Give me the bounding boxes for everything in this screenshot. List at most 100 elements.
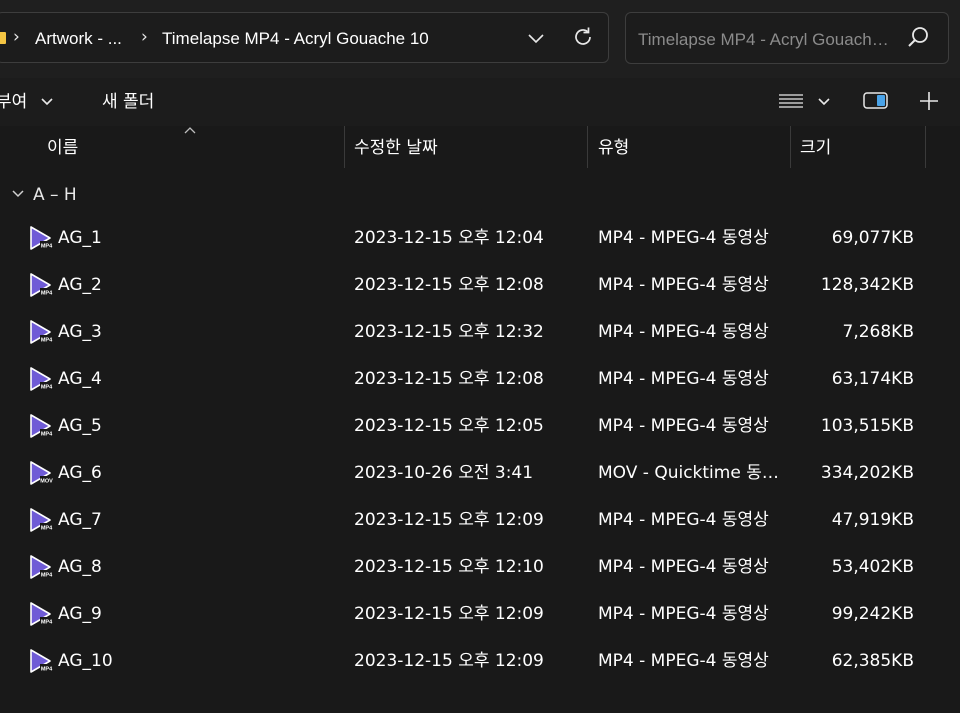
file-size: 128,342KB: [820, 275, 914, 295]
file-type: MP4 - MPEG-4 동영상: [598, 322, 769, 342]
column-header-name[interactable]: 이름: [47, 137, 78, 159]
file-name[interactable]: AG_10: [58, 651, 113, 671]
chevron-down-icon[interactable]: [525, 27, 547, 49]
file-badge: MP4: [41, 291, 53, 297]
video-file-icon: MP4: [30, 367, 53, 391]
file-badge: MP4: [41, 667, 53, 673]
file-name[interactable]: AG_2: [58, 275, 102, 295]
file-row[interactable]: MP4 AG_3 2023-12-15 오후 12:32 MP4 - MPEG-4 동…: [0, 309, 960, 356]
file-name[interactable]: AG_6: [58, 463, 102, 483]
file-list: MP4 AG_1 2023-12-15 오후 12:04 MP4 - MPEG-4 동…: [0, 215, 960, 685]
new-folder-button[interactable]: 새 폴더: [102, 92, 154, 112]
column-divider[interactable]: [790, 126, 791, 168]
file-row[interactable]: MP4 AG_1 2023-12-15 오후 12:04 MP4 - MPEG-4 동…: [0, 215, 960, 262]
file-name[interactable]: AG_9: [58, 604, 102, 624]
file-name[interactable]: AG_1: [58, 228, 102, 248]
file-name[interactable]: AG_5: [58, 416, 102, 436]
file-row[interactable]: MP4 AG_2 2023-12-15 오후 12:08 MP4 - MPEG-4 동…: [0, 262, 960, 309]
file-row[interactable]: MP4 AG_4 2023-12-15 오후 12:08 MP4 - MPEG-4 동…: [0, 356, 960, 403]
file-size: 62,385KB: [831, 651, 914, 671]
file-type: MP4 - MPEG-4 동영상: [598, 416, 769, 436]
file-badge: MP4: [41, 526, 53, 532]
file-name[interactable]: AG_3: [58, 322, 102, 342]
sort-ascending-icon: [184, 127, 196, 134]
file-name[interactable]: AG_7: [58, 510, 102, 530]
plus-icon[interactable]: [918, 90, 940, 112]
file-type: MP4 - MPEG-4 동영상: [598, 275, 769, 295]
file-type: MP4 - MPEG-4 동영상: [598, 604, 769, 624]
file-name[interactable]: AG_8: [58, 557, 102, 577]
folder-icon: [0, 32, 6, 44]
file-size: 47,919KB: [831, 510, 914, 530]
file-size: 7,268KB: [842, 322, 914, 342]
video-file-icon: MP4: [30, 508, 53, 532]
video-file-icon: MP4: [30, 414, 53, 438]
file-row[interactable]: MP4 AG_9 2023-12-15 오후 12:09 MP4 - MPEG-4 동…: [0, 591, 960, 638]
video-file-icon: MP4: [30, 602, 53, 626]
file-badge: MP4: [41, 620, 53, 626]
group-label: A – H: [33, 185, 77, 205]
list-view-icon[interactable]: [778, 92, 804, 112]
search-icon[interactable]: [906, 25, 932, 51]
column-divider[interactable]: [925, 126, 926, 168]
column-header-row: 이름 수정한 날짜 유형 크기: [0, 126, 960, 172]
file-badge: MP4: [41, 244, 53, 250]
file-row[interactable]: MP4 AG_8 2023-12-15 오후 12:10 MP4 - MPEG-4 동…: [0, 544, 960, 591]
file-size: 53,402KB: [831, 557, 914, 577]
file-name[interactable]: AG_4: [58, 369, 102, 389]
video-file-icon: MOV: [30, 461, 53, 485]
video-file-icon: MP4: [30, 273, 53, 297]
video-file-icon: MP4: [30, 555, 53, 579]
file-type: MP4 - MPEG-4 동영상: [598, 557, 769, 577]
breadcrumb-separator-icon[interactable]: ›: [13, 26, 20, 48]
file-type: MP4 - MPEG-4 동영상: [598, 228, 769, 248]
video-file-icon: MP4: [30, 320, 53, 344]
group-header[interactable]: A – H: [0, 180, 960, 210]
file-row[interactable]: MP4 AG_5 2023-12-15 오후 12:05 MP4 - MPEG-4 동…: [0, 403, 960, 450]
column-header-date[interactable]: 수정한 날짜: [354, 137, 438, 159]
file-size: 63,174KB: [831, 369, 914, 389]
file-date: 2023-10-26 오전 3:41: [354, 463, 534, 483]
file-type: MP4 - MPEG-4 동영상: [598, 651, 769, 671]
file-date: 2023-12-15 오후 12:04: [354, 228, 544, 248]
breadcrumb-artwork[interactable]: Artwork - ...: [35, 29, 122, 49]
file-date: 2023-12-15 오후 12:10: [354, 557, 544, 577]
file-row[interactable]: MP4 AG_10 2023-12-15 오후 12:09 MP4 - MPEG-4 …: [0, 638, 960, 685]
file-badge: MP4: [41, 432, 53, 438]
chevron-down-icon[interactable]: [817, 96, 831, 108]
file-row[interactable]: MP4 AG_7 2023-12-15 오후 12:09 MP4 - MPEG-4 동…: [0, 497, 960, 544]
file-size: 99,242KB: [831, 604, 914, 624]
file-date: 2023-12-15 오후 12:09: [354, 604, 544, 624]
file-badge: MP4: [41, 338, 53, 344]
video-file-icon: MP4: [30, 649, 53, 673]
file-type: MP4 - MPEG-4 동영상: [598, 369, 769, 389]
address-bar[interactable]: › Artwork - ... › Timelapse MP4 - Acryl …: [0, 12, 609, 63]
video-file-icon: MP4: [30, 226, 53, 250]
file-badge: MOV: [40, 479, 53, 485]
search-box[interactable]: Timelapse MP4 - Acryl Gouache 10 검색: [625, 12, 949, 64]
column-header-type[interactable]: 유형: [598, 137, 629, 159]
file-badge: MP4: [41, 573, 53, 579]
file-size: 103,515KB: [820, 416, 914, 436]
breadcrumb-separator-icon[interactable]: ›: [141, 26, 148, 48]
refresh-icon[interactable]: [571, 25, 595, 49]
command-bar: 부여 새 폴더: [0, 78, 960, 126]
search-input[interactable]: Timelapse MP4 - Acryl Gouache 10 검색: [638, 30, 894, 50]
share-button[interactable]: 부여: [0, 92, 27, 112]
file-date: 2023-12-15 오후 12:05: [354, 416, 544, 436]
file-date: 2023-12-15 오후 12:08: [354, 275, 544, 295]
breadcrumb-current-folder[interactable]: Timelapse MP4 - Acryl Gouache 10: [162, 29, 429, 49]
file-type: MOV - Quicktime 동영상: [598, 463, 782, 483]
details-pane-icon[interactable]: [863, 91, 889, 111]
file-date: 2023-12-15 오후 12:09: [354, 510, 544, 530]
chevron-down-icon[interactable]: [11, 189, 25, 199]
column-divider[interactable]: [344, 126, 345, 168]
file-row[interactable]: MOV AG_6 2023-10-26 오전 3:41 MOV - Quicktime…: [0, 450, 960, 497]
file-badge: MP4: [41, 385, 53, 391]
navigation-bar: › Artwork - ... › Timelapse MP4 - Acryl …: [0, 0, 960, 79]
column-header-size[interactable]: 크기: [800, 137, 831, 159]
column-divider[interactable]: [587, 126, 588, 168]
chevron-down-icon[interactable]: [40, 96, 54, 108]
file-size: 334,202KB: [820, 463, 914, 483]
file-size: 69,077KB: [831, 228, 914, 248]
